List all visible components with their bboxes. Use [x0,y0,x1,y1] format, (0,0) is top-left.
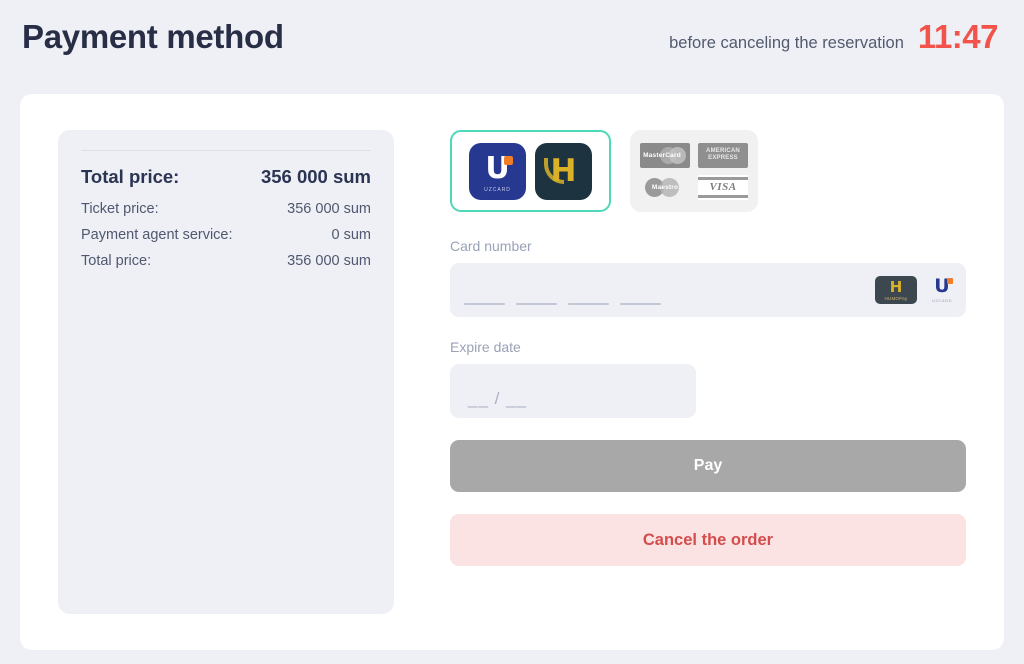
payment-method-selector: U UZCARD H MasterCard AMERICAN EXPRESS M… [450,130,966,212]
uzcard-label: UZCARD [931,298,953,303]
visa-label: VISA [709,181,737,193]
summary-label: Total price: [81,166,180,187]
cancel-order-button[interactable]: Cancel the order [450,514,966,566]
payment-card-panel: Total price: 356 000 sum Ticket price: 3… [20,94,1004,650]
expire-date-group: Expire date __ / __ [450,339,966,418]
summary-value: 0 sum [331,227,372,243]
card-number-group: Card number H HUMOPay U UZCARD [450,238,966,317]
humo-logo: H [535,142,592,200]
payment-form: U UZCARD H MasterCard AMERICAN EXPRESS M… [450,130,966,614]
amex-line-1: AMERICAN [706,147,740,154]
humo-pay-glyph: H [889,277,903,296]
summary-value: 356 000 sum [287,253,371,269]
visa-logo: VISA [698,174,748,200]
humo-pay-icon: H HUMOPay [875,276,917,304]
card-number-input[interactable]: H HUMOPay U UZCARD [450,263,966,317]
card-number-dash [620,303,661,305]
payment-method-local-cards[interactable]: U UZCARD H [450,130,611,212]
uzcard-dot-icon [947,278,953,284]
summary-value: 356 000 sum [260,166,371,187]
uzcard-dot-icon [504,155,513,165]
mastercard-label: MasterCard [643,151,681,159]
summary-row-agent-service: Payment agent service: 0 sum [81,227,371,243]
card-number-dash [568,303,609,305]
summary-label: Payment agent service: [81,227,233,243]
timer-value: 11:47 [917,18,999,55]
timer-label: before canceling the reservation [669,34,904,52]
uzcard-logo: U UZCARD [469,142,526,200]
expire-date-input[interactable]: __ / __ [450,364,696,418]
expire-date-placeholder: __ / __ [468,389,527,408]
summary-divider [81,150,371,151]
expire-date-label: Expire date [450,339,521,355]
summary-label: Ticket price: [81,201,159,217]
page-title: Payment method [22,18,284,55]
uzcard-wordmark: UZCARD [484,186,511,193]
card-number-dash [464,303,505,305]
uzcard-icon: U UZCARD [929,276,955,304]
mastercard-logo: MasterCard [640,142,690,168]
card-number-dash [516,303,557,305]
reservation-timer: before canceling the reservation 11:47 [669,18,998,56]
visa-bar-bottom [698,194,748,198]
maestro-label: Maestro [651,183,679,191]
summary-row-total: Total price: 356 000 sum [81,253,371,269]
price-summary-panel: Total price: 356 000 sum Ticket price: 3… [58,130,394,614]
payment-method-international-cards[interactable]: MasterCard AMERICAN EXPRESS Maestro VISA [630,130,758,212]
summary-value: 356 000 sum [287,201,371,217]
international-brand-grid: MasterCard AMERICAN EXPRESS Maestro VISA [640,142,748,200]
summary-label: Total price: [81,253,152,269]
card-brand-icons: H HUMOPay U UZCARD [875,276,955,304]
card-number-label: Card number [450,238,532,254]
pay-button[interactable]: Pay [450,440,966,492]
amex-logo: AMERICAN EXPRESS [698,142,748,168]
card-number-placeholder [464,303,661,305]
visa-bar-top [698,176,748,180]
humo-pay-label: HUMOPay [884,295,908,301]
amex-line-2: EXPRESS [708,155,738,161]
page-header: Payment method before canceling the rese… [0,0,1024,92]
summary-row-ticket-price: Ticket price: 356 000 sum [81,201,371,217]
summary-row-total-header: Total price: 356 000 sum [81,166,371,188]
maestro-logo: Maestro [640,175,690,200]
humo-glyph: H [550,152,577,189]
